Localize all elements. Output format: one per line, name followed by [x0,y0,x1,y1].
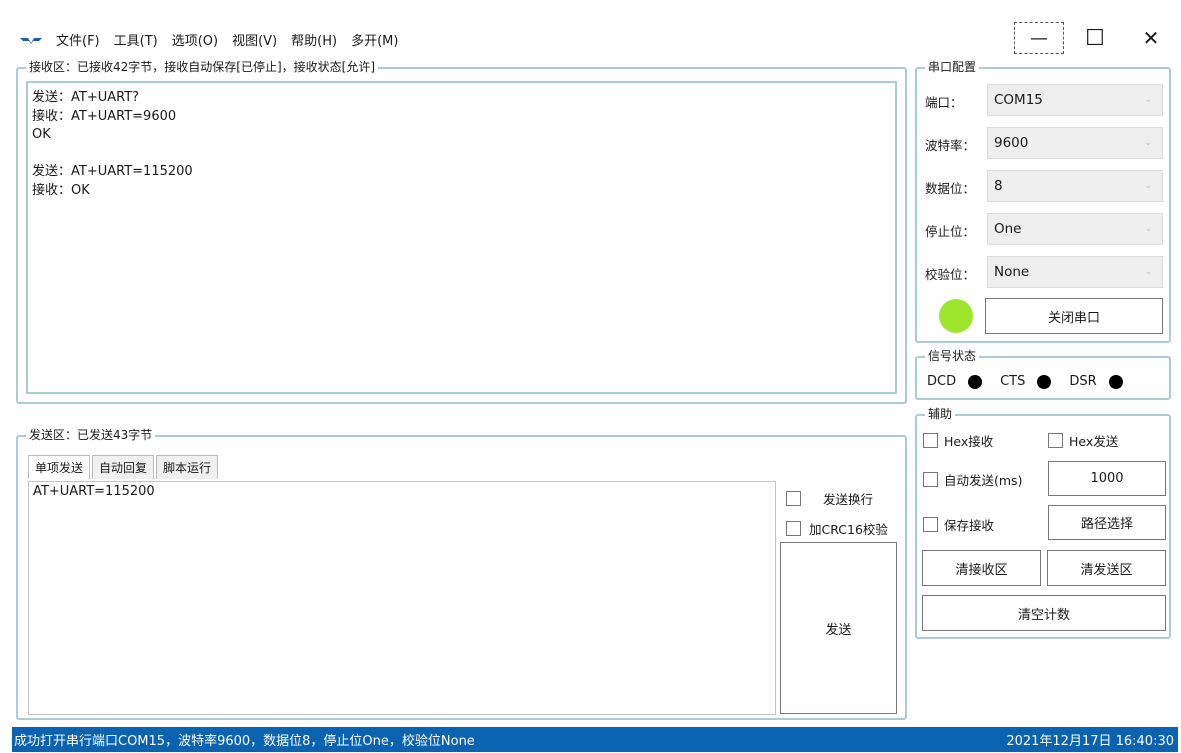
auto-send-checkbox[interactable] [923,472,938,487]
chevron-down-icon: ⌄ [1144,224,1152,234]
dcd-indicator [968,374,983,389]
cts-label: CTS [1000,374,1026,389]
close-icon: ✕ [1142,26,1160,50]
auto-send-label: 自动发送(ms) [944,473,1023,488]
port-status-led [939,299,973,333]
send-group-title: 发送区：已发送43字节 [26,427,156,443]
port-value: COM15 [994,92,1043,108]
receive-line: 发送：AT+UART=115200 [32,164,193,179]
chevron-down-icon: ⌄ [1144,138,1152,148]
status-message: 成功打开串行端口COM15，波特率9600，数据位8，停止位One，校验位Non… [14,734,475,749]
baud-label: 波特率： [925,138,976,153]
clear-send-button[interactable]: 清发送区 [1047,550,1166,586]
baud-select[interactable]: 9600 ⌄ [987,127,1163,159]
databits-label: 数据位： [925,181,976,196]
assist-group: 辅助 Hex接收 Hex发送 自动发送(ms) 1000 保存接收 路径选择 清… [915,406,1171,639]
stopbits-select[interactable]: One ⌄ [987,213,1163,245]
send-button[interactable]: 发送 [780,542,897,714]
maximize-icon: ☐ [1085,25,1105,51]
save-recv-checkbox[interactable] [923,517,938,532]
dsr-indicator [1108,374,1123,389]
clear-recv-button[interactable]: 清接收区 [922,550,1041,586]
stopbits-value: One [994,221,1022,237]
hex-send-checkbox[interactable] [1048,433,1063,448]
dsr-label: DSR [1069,374,1097,389]
auto-send-interval-input[interactable]: 1000 [1048,461,1166,496]
send-newline-checkbox[interactable] [786,491,801,506]
send-tabs: 单项发送 自动回复 脚本运行 [28,455,220,479]
tab-script-run[interactable]: 脚本运行 [156,455,219,479]
receive-line: 接收：OK [32,182,90,198]
menu-file[interactable]: 文件(F) [56,30,100,49]
signal-status-title: 信号状态 [925,348,980,364]
tab-auto-reply[interactable]: 自动回复 [92,455,155,479]
menu-bar: 文件(F) 工具(T) 选项(O) 视图(V) 帮助(H) 多开(M) [56,30,398,49]
signal-status-group: 信号状态 DCD CTS DSR [915,348,1171,400]
close-window-button[interactable]: ✕ [1126,22,1176,54]
serial-config-title: 串口配置 [925,59,980,75]
assist-title: 辅助 [925,406,956,422]
chevron-down-icon: ⌄ [1144,267,1152,277]
receive-textarea[interactable]: 发送：AT+UART? 接收：AT+UART=9600 OK 发送：AT+UAR… [26,81,897,394]
receive-group-title: 接收区：已接收42字节，接收自动保存[已停止]，接收状态[允许] [26,59,378,75]
save-recv-option[interactable]: 保存接收 [923,515,994,534]
send-newline-label: 发送换行 [823,492,874,507]
tab-single-send[interactable]: 单项发送 [28,455,91,479]
receive-line: 接收：AT+UART=9600 [32,108,177,124]
menu-tools[interactable]: 工具(T) [114,30,158,49]
menu-multi-open[interactable]: 多开(M) [351,30,398,49]
crc16-label: 加CRC16校验 [809,522,888,537]
dcd-label: DCD [927,374,957,389]
close-port-button[interactable]: 关闭串口 [985,298,1163,334]
signal-row: DCD CTS DSR [927,374,1141,389]
minimize-icon: — [1030,27,1048,49]
clear-count-button[interactable]: 清空计数 [922,595,1166,631]
send-textarea[interactable]: AT+UART=115200 [28,481,776,715]
hex-send-option[interactable]: Hex发送 [1048,431,1118,450]
menu-view[interactable]: 视图(V) [232,30,277,49]
parity-value: None [994,264,1030,280]
parity-label: 校验位： [925,267,976,282]
maximize-button[interactable]: ☐ [1070,22,1120,54]
databits-select[interactable]: 8 ⌄ [987,170,1163,202]
menu-options[interactable]: 选项(O) [172,30,218,49]
crc16-option[interactable]: 加CRC16校验 [786,519,888,538]
hex-recv-checkbox[interactable] [923,433,938,448]
hex-recv-label: Hex接收 [944,434,994,449]
port-select[interactable]: COM15 ⌄ [987,84,1163,116]
cts-indicator [1037,374,1052,389]
port-label: 端口： [925,95,963,110]
send-group: 发送区：已发送43字节 单项发送 自动回复 脚本运行 AT+UART=11520… [16,427,907,720]
save-recv-label: 保存接收 [944,518,995,533]
minimize-button[interactable]: — [1014,22,1064,54]
title-bar: 文件(F) 工具(T) 选项(O) 视图(V) 帮助(H) 多开(M) — ☐ … [0,0,1181,62]
auto-send-option[interactable]: 自动发送(ms) [923,470,1022,489]
menu-help[interactable]: 帮助(H) [291,30,337,49]
parity-select[interactable]: None ⌄ [987,256,1163,288]
databits-value: 8 [994,178,1003,194]
chevron-down-icon: ⌄ [1144,95,1152,105]
baud-value: 9600 [994,135,1029,151]
crc16-checkbox[interactable] [786,521,801,536]
path-select-button[interactable]: 路径选择 [1048,505,1166,540]
app-logo-icon [20,38,42,44]
serial-config-group: 串口配置 端口： COM15 ⌄ 波特率： 9600 ⌄ 数据位： 8 ⌄ 停止… [915,59,1171,343]
receive-group: 接收区：已接收42字节，接收自动保存[已停止]，接收状态[允许] 发送：AT+U… [16,59,907,404]
hex-send-label: Hex发送 [1069,434,1119,449]
status-datetime: 2021年12月17日 16:40:30 [1006,734,1174,749]
chevron-down-icon: ⌄ [1144,181,1152,191]
receive-line: 发送：AT+UART? [32,90,140,105]
hex-recv-option[interactable]: Hex接收 [923,431,993,450]
status-bar: 成功打开串行端口COM15，波特率9600，数据位8，停止位One，校验位Non… [12,727,1178,752]
send-newline-option[interactable]: 发送换行 [786,489,873,508]
receive-line: OK [32,127,51,142]
stopbits-label: 停止位： [925,224,976,239]
